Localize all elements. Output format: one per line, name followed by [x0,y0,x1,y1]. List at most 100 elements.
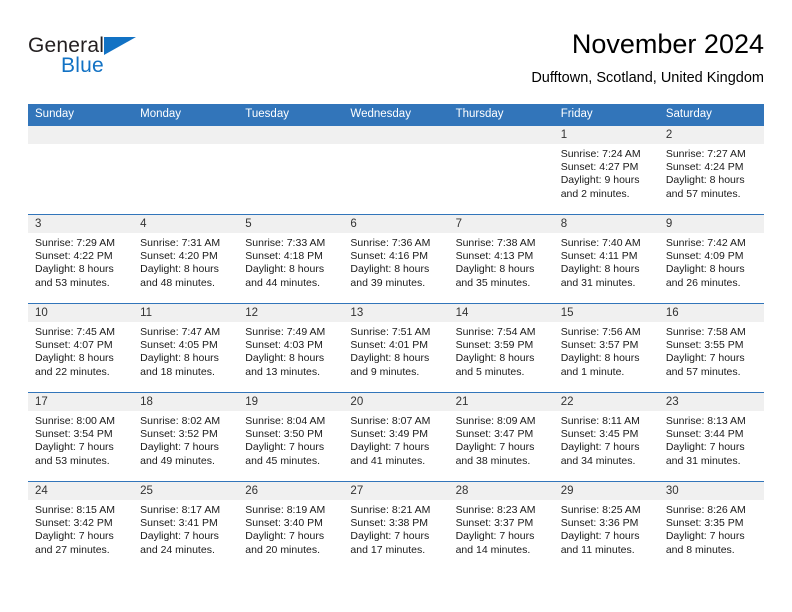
header-titles: November 2024 Dufftown, Scotland, United… [531,28,764,88]
day-details: Sunrise: 7:49 AM Sunset: 4:03 PM Daylight:… [238,322,343,379]
day-detail-line: Sunrise: 7:40 AM [560,237,641,249]
day-detail-line: and 38 minutes. [455,454,531,467]
day-detail-line: and 17 minutes. [350,543,426,556]
day-details: Sunrise: 7:47 AM Sunset: 4:05 PM Daylight:… [133,322,238,379]
calendar-day-cell[interactable]: 2 Sunrise: 7:27 AM Sunset: 4:24 PM Daylight… [658,125,764,215]
day-detail-line: and 27 minutes. [35,543,110,556]
calendar-day-cell[interactable]: 10 Sunrise: 7:45 AM Sunset: 4:07 PM Dayligh… [28,303,134,393]
day-detail-line: and 35 minutes. [455,276,531,289]
day-detail-line: and 44 minutes. [245,276,320,289]
day-detail-line: Sunset: 3:38 PM [350,517,429,530]
calendar-day-cell[interactable]: 3 Sunrise: 7:29 AM Sunset: 4:22 PM Daylight… [28,214,134,304]
calendar-day-cell[interactable]: 28 Sunrise: 8:23 AM Sunset: 3:37 PM Dayligh… [448,481,554,570]
day-detail-line: Sunset: 3:44 PM [665,428,744,441]
day-detail-line: Sunset: 3:41 PM [140,517,218,530]
calendar-day-cell[interactable]: 12 Sunrise: 7:49 AM Sunset: 4:03 PM Dayligh… [238,303,344,393]
day-number: 25 [133,482,239,500]
day-detail-line: Sunrise: 7:47 AM [140,326,221,338]
day-details: Sunrise: 8:26 AM Sunset: 3:35 PM Daylight:… [659,500,764,557]
day-details: Sunrise: 7:40 AM Sunset: 4:11 PM Daylight:… [554,233,659,290]
day-detail-line: Daylight: 7 hours [665,441,745,454]
day-detail-line: Daylight: 9 hours [560,174,640,187]
day-details: Sunrise: 7:45 AM Sunset: 4:07 PM Daylight:… [28,322,133,379]
calendar-day-cell[interactable]: 16 Sunrise: 7:58 AM Sunset: 3:55 PM Dayligh… [658,303,764,393]
day-detail-line: Sunrise: 7:38 AM [455,237,536,249]
day-number: 3 [28,215,134,233]
calendar-day-cell[interactable]: 5 Sunrise: 7:33 AM Sunset: 4:18 PM Daylight… [238,214,344,304]
day-detail-line: Daylight: 8 hours [560,352,640,365]
day-number: 15 [553,304,659,322]
day-detail-line: and 11 minutes. [560,543,635,556]
calendar-day-cell[interactable]: 21 Sunrise: 8:09 AM Sunset: 3:47 PM Dayligh… [448,392,554,482]
calendar-day-cell[interactable]: 29 Sunrise: 8:25 AM Sunset: 3:36 PM Dayligh… [553,481,659,570]
day-number: 21 [448,393,554,411]
calendar-day-cell[interactable]: 6 Sunrise: 7:36 AM Sunset: 4:16 PM Daylight… [343,214,449,304]
day-number: 12 [238,304,344,322]
calendar-day-cell[interactable]: 24 Sunrise: 8:15 AM Sunset: 3:42 PM Dayligh… [28,481,134,570]
day-detail-line: and 31 minutes. [665,454,741,467]
day-details: Sunrise: 8:07 AM Sunset: 3:49 PM Daylight:… [343,411,448,468]
day-detail-line: Daylight: 7 hours [35,441,114,454]
day-details: Sunrise: 7:56 AM Sunset: 3:57 PM Daylight:… [554,322,659,379]
day-detail-line: and 45 minutes. [245,454,320,467]
weekday-header-tuesday: Tuesday [238,104,344,126]
day-detail-line: Sunrise: 8:15 AM [35,504,115,516]
day-detail-line: Sunrise: 8:19 AM [245,504,326,516]
day-detail-line: Sunset: 3:40 PM [245,517,323,530]
calendar-day-cell[interactable]: 13 Sunrise: 7:51 AM Sunset: 4:01 PM Dayligh… [343,303,449,393]
day-detail-line: Sunset: 3:37 PM [455,517,534,530]
weekday-header-friday: Friday [553,104,659,126]
day-detail-line: and 13 minutes. [245,365,320,378]
day-detail-line: Daylight: 8 hours [350,263,430,276]
calendar-day-cell[interactable]: 15 Sunrise: 7:56 AM Sunset: 3:57 PM Dayligh… [553,303,659,393]
day-details: Sunrise: 8:25 AM Sunset: 3:36 PM Daylight:… [554,500,659,557]
day-detail-line: Sunset: 3:47 PM [455,428,534,441]
day-number: 14 [448,304,554,322]
calendar-day-cell[interactable]: 26 Sunrise: 8:19 AM Sunset: 3:40 PM Dayligh… [238,481,344,570]
day-detail-line: Daylight: 7 hours [665,352,745,365]
calendar-week-row: 10 Sunrise: 7:45 AM Sunset: 4:07 PM Dayligh… [28,303,764,393]
day-number: 29 [553,482,659,500]
day-number: 26 [238,482,344,500]
calendar-day-cell[interactable]: 30 Sunrise: 8:26 AM Sunset: 3:35 PM Dayligh… [658,481,764,570]
calendar-day-cell[interactable]: 4 Sunrise: 7:31 AM Sunset: 4:20 PM Daylight… [133,214,239,304]
day-detail-line: Sunset: 4:22 PM [35,250,113,263]
calendar-day-cell[interactable]: 25 Sunrise: 8:17 AM Sunset: 3:41 PM Dayligh… [133,481,239,570]
day-detail-line: Sunset: 3:35 PM [665,517,744,530]
day-number [133,126,239,144]
triangle-flag-icon [104,37,136,55]
day-detail-line: Sunset: 4:27 PM [560,161,639,174]
day-details: Sunrise: 8:02 AM Sunset: 3:52 PM Daylight:… [133,411,238,468]
calendar-empty-cell [238,125,344,215]
calendar-day-cell[interactable]: 20 Sunrise: 8:07 AM Sunset: 3:49 PM Dayligh… [343,392,449,482]
calendar-day-cell[interactable]: 18 Sunrise: 8:02 AM Sunset: 3:52 PM Dayligh… [133,392,239,482]
weekday-header-wednesday: Wednesday [343,104,449,126]
calendar-day-cell[interactable]: 11 Sunrise: 7:47 AM Sunset: 4:05 PM Dayligh… [133,303,239,393]
calendar-day-cell[interactable]: 7 Sunrise: 7:38 AM Sunset: 4:13 PM Daylight… [448,214,554,304]
day-details: Sunrise: 8:13 AM Sunset: 3:44 PM Daylight:… [659,411,764,468]
calendar-day-cell[interactable]: 22 Sunrise: 8:11 AM Sunset: 3:45 PM Dayligh… [553,392,659,482]
calendar-day-cell[interactable]: 19 Sunrise: 8:04 AM Sunset: 3:50 PM Dayligh… [238,392,344,482]
calendar-day-cell[interactable]: 23 Sunrise: 8:13 AM Sunset: 3:44 PM Dayligh… [658,392,764,482]
day-number [448,126,554,144]
calendar-day-cell[interactable]: 1 Sunrise: 7:24 AM Sunset: 4:27 PM Daylight… [553,125,659,215]
calendar-empty-cell [448,125,554,215]
day-details: Sunrise: 8:11 AM Sunset: 3:45 PM Daylight:… [554,411,659,468]
day-detail-line: Sunset: 4:05 PM [140,339,218,352]
weekday-header-saturday: Saturday [658,104,764,126]
calendar-day-cell[interactable]: 8 Sunrise: 7:40 AM Sunset: 4:11 PM Daylight… [553,214,659,304]
calendar-day-cell[interactable]: 27 Sunrise: 8:21 AM Sunset: 3:38 PM Dayligh… [343,481,449,570]
calendar-day-cell[interactable]: 14 Sunrise: 7:54 AM Sunset: 3:59 PM Dayligh… [448,303,554,393]
brand-logo[interactable]: General Blue [28,34,258,90]
brand-name-blue: Blue [61,54,104,77]
day-detail-line: Daylight: 8 hours [35,263,114,276]
day-detail-line: Daylight: 7 hours [245,530,325,543]
calendar-day-cell[interactable]: 9 Sunrise: 7:42 AM Sunset: 4:09 PM Daylight… [658,214,764,304]
day-detail-line: Sunset: 4:01 PM [350,339,429,352]
weekday-header-monday: Monday [133,104,239,126]
calendar-week-row: 24 Sunrise: 8:15 AM Sunset: 3:42 PM Dayligh… [28,481,764,570]
day-number: 22 [553,393,659,411]
calendar-day-cell[interactable]: 17 Sunrise: 8:00 AM Sunset: 3:54 PM Dayligh… [28,392,134,482]
day-detail-line: Sunset: 3:42 PM [35,517,113,530]
day-detail-line: Sunrise: 8:26 AM [665,504,746,516]
